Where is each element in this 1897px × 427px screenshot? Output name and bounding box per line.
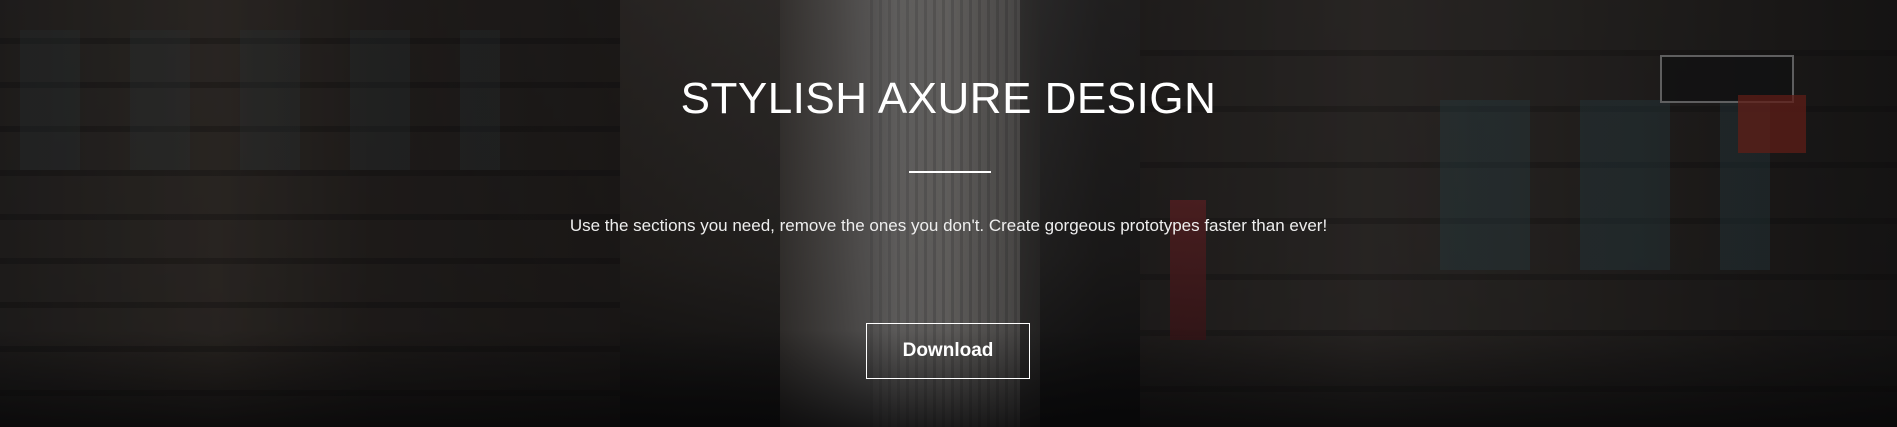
hero-content: STYLISH AXURE DESIGN Use the sections yo… (0, 0, 1897, 427)
hero-subtitle: Use the sections you need, remove the on… (569, 216, 1328, 235)
hero-title: STYLISH AXURE DESIGN (680, 74, 1217, 123)
download-button[interactable]: Download (866, 323, 1030, 379)
hero-section: STYLISH AXURE DESIGN Use the sections yo… (0, 0, 1897, 427)
title-divider (909, 171, 991, 173)
